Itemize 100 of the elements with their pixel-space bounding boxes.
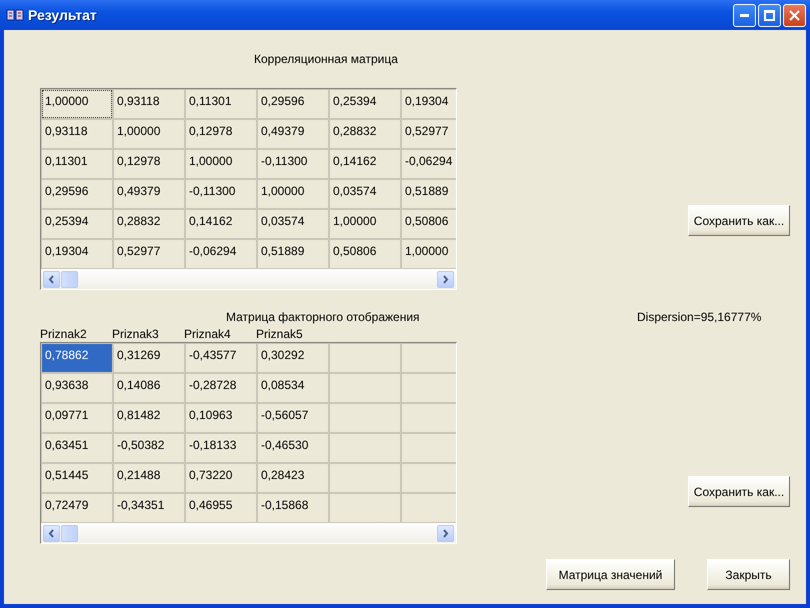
horizontal-scrollbar[interactable]	[41, 269, 456, 289]
empty-grid-cell[interactable]	[402, 344, 456, 372]
window-title: Результат	[28, 7, 98, 23]
grid-cell[interactable]: 0,63451	[42, 434, 112, 462]
grid-cell[interactable]: -0,56057	[258, 404, 328, 432]
grid-cell[interactable]: 1,00000	[42, 90, 112, 118]
grid-cell[interactable]: 0,19304	[42, 240, 112, 268]
grid-cell[interactable]: 0,11301	[42, 150, 112, 178]
grid-cell[interactable]: 0,93118	[42, 120, 112, 148]
grid-cell[interactable]: 0,29596	[258, 90, 328, 118]
empty-grid-cell[interactable]	[402, 434, 456, 462]
maximize-button[interactable]	[758, 4, 781, 26]
scroll-thumb[interactable]	[61, 270, 78, 288]
column-header: Priznak2	[40, 327, 88, 341]
grid-cell[interactable]: -0,15868	[258, 494, 328, 522]
grid-cell[interactable]: 0,19304	[402, 90, 456, 118]
empty-grid-cell[interactable]	[330, 374, 400, 402]
grid-cell[interactable]: -0,28728	[186, 374, 256, 402]
grid-cell[interactable]: 0,11301	[186, 90, 256, 118]
minimize-button[interactable]	[733, 4, 756, 26]
grid-cell[interactable]: -0,11300	[186, 180, 256, 208]
close-dialog-button[interactable]: Закрыть	[707, 559, 790, 590]
save-as-button[interactable]: Сохранить как...	[688, 476, 790, 507]
grid-cell[interactable]: -0,46530	[258, 434, 328, 462]
grid-cell[interactable]: 0,78862	[42, 344, 112, 372]
value-matrix-button[interactable]: Матрица значений	[546, 559, 675, 590]
grid-cell[interactable]: 0,31269	[114, 344, 184, 372]
grid-cell[interactable]: 0,14162	[186, 210, 256, 238]
grid-cell[interactable]: 0,12978	[186, 120, 256, 148]
grid-cell[interactable]: 0,03574	[258, 210, 328, 238]
grid-cell[interactable]: -0,11300	[258, 150, 328, 178]
grid-cell[interactable]: 0,30292	[258, 344, 328, 372]
grid-cell[interactable]: 0,52977	[114, 240, 184, 268]
column-header: Priznak4	[184, 327, 232, 341]
grid-cell[interactable]: 0,51445	[42, 464, 112, 492]
section-title: Корреляционная матрица	[254, 52, 398, 66]
empty-grid-cell[interactable]	[330, 494, 400, 522]
grid-cell[interactable]: -0,18133	[186, 434, 256, 462]
grid-cell[interactable]: 0,28832	[114, 210, 184, 238]
empty-grid-cell[interactable]	[330, 344, 400, 372]
empty-grid-cell[interactable]	[402, 374, 456, 402]
grid-cell[interactable]: 0,14086	[114, 374, 184, 402]
scroll-right-button[interactable]	[437, 524, 454, 542]
grid-cell[interactable]: 0,50806	[330, 240, 400, 268]
horizontal-scrollbar[interactable]	[41, 523, 456, 543]
grid-cell[interactable]: 0,73220	[186, 464, 256, 492]
grid-cell[interactable]: -0,43577	[186, 344, 256, 372]
grid-cell[interactable]: 0,09771	[42, 404, 112, 432]
grid-cell[interactable]: 0,28423	[258, 464, 328, 492]
grid-cell[interactable]: 0,51889	[258, 240, 328, 268]
grid-cell[interactable]: 0,93638	[42, 374, 112, 402]
left-chevron-icon	[48, 528, 55, 538]
grid-cell[interactable]: -0,06294	[402, 150, 456, 178]
grid-cell[interactable]: 0,08534	[258, 374, 328, 402]
scroll-right-button[interactable]	[437, 270, 454, 288]
section-title: Матрица факторного отображения	[226, 310, 420, 324]
empty-grid-cell[interactable]	[330, 464, 400, 492]
empty-grid-cell[interactable]	[402, 464, 456, 492]
grid-cell[interactable]: -0,50382	[114, 434, 184, 462]
grid-cell[interactable]: 0,10963	[186, 404, 256, 432]
app-icon	[6, 8, 24, 22]
scroll-left-button[interactable]	[43, 524, 60, 542]
grid-cell[interactable]: 0,50806	[402, 210, 456, 238]
grid-cell[interactable]: 0,28832	[330, 120, 400, 148]
grid-cell[interactable]: 0,14162	[330, 150, 400, 178]
grid-cell[interactable]: 1,00000	[330, 210, 400, 238]
close-button[interactable]	[783, 4, 806, 26]
grid-cell[interactable]: 1,00000	[258, 180, 328, 208]
grid-cell[interactable]: 0,29596	[42, 180, 112, 208]
minimize-icon	[740, 14, 749, 16]
grid-cell[interactable]: 0,12978	[114, 150, 184, 178]
close-icon	[789, 10, 800, 20]
grid-cell[interactable]: 1,00000	[186, 150, 256, 178]
empty-grid-cell[interactable]	[402, 494, 456, 522]
data-grid[interactable]: 0,78862 0,31269 -0,43577 0,30292 0,93638 0,14086 -0,28728 0,08534 0,09771 0,81482 0,10963 -0,56057 0,63451 -0,50382 -0,18133 -0,46530 0,51445 0,21488 0,73220 0,28423 0,72479 -0,34351 0,46955 -0,15868	[40, 342, 457, 544]
grid-cell[interactable]: 0,52977	[402, 120, 456, 148]
grid-cell[interactable]: 0,81482	[114, 404, 184, 432]
grid-cell[interactable]: 0,03574	[330, 180, 400, 208]
grid-cell[interactable]: 0,46955	[186, 494, 256, 522]
empty-grid-cell[interactable]	[330, 404, 400, 432]
right-chevron-icon	[442, 274, 449, 284]
grid-cell[interactable]: -0,06294	[186, 240, 256, 268]
scroll-thumb[interactable]	[61, 524, 78, 542]
grid-cell[interactable]: 0,25394	[42, 210, 112, 238]
grid-cell[interactable]: 0,25394	[330, 90, 400, 118]
grid-cell[interactable]: 0,93118	[114, 90, 184, 118]
grid-cell[interactable]: 0,21488	[114, 464, 184, 492]
data-grid[interactable]	[40, 88, 457, 290]
empty-grid-cell[interactable]	[402, 404, 456, 432]
grid-cell[interactable]: 0,49379	[258, 120, 328, 148]
maximize-icon	[764, 10, 775, 20]
save-as-button[interactable]: Сохранить как...	[688, 205, 790, 236]
grid-cell[interactable]: 1,00000	[114, 120, 184, 148]
grid-cell[interactable]: 0,51889	[402, 180, 456, 208]
scroll-left-button[interactable]	[43, 270, 60, 288]
grid-cell[interactable]: -0,34351	[114, 494, 184, 522]
empty-grid-cell[interactable]	[330, 434, 400, 462]
grid-cell[interactable]: 1,00000	[402, 240, 456, 268]
grid-cell[interactable]: 0,49379	[114, 180, 184, 208]
grid-cell[interactable]: 0,72479	[42, 494, 112, 522]
